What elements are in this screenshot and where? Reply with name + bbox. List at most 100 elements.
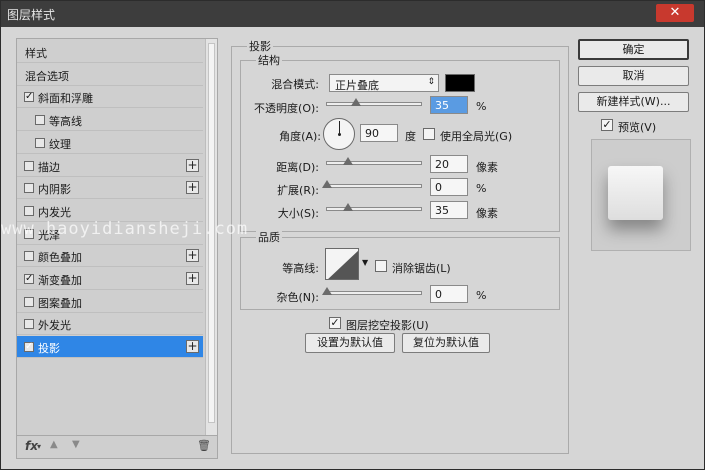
add-effect-icon[interactable]: +	[186, 158, 199, 172]
title-bar[interactable]: 图层样式 ✕	[1, 1, 704, 27]
distance-label: 距离(D):	[276, 161, 319, 174]
style-list-item[interactable]: 内阴影 +	[17, 177, 203, 200]
style-list-item[interactable]: ✓ 渐变叠加 +	[17, 268, 203, 290]
dialog-title: 图层样式	[7, 8, 56, 22]
style-list-item[interactable]: 颜色叠加 +	[17, 245, 203, 268]
style-list-footer: fx ▾ ▲ ▼ 🗑	[17, 435, 217, 458]
style-item-checkbox[interactable]: ✓	[24, 274, 34, 284]
add-effect-icon[interactable]: +	[186, 340, 199, 354]
preview-checkbox[interactable]: ✓	[601, 119, 613, 131]
style-list-item[interactable]: 混合选项	[17, 64, 203, 86]
blend-mode-select[interactable]: 正片叠底 ⇕	[329, 74, 439, 92]
antialias-label: 消除锯齿(L)	[392, 262, 451, 275]
watermark: www.haoyidiansheji.com	[1, 219, 249, 239]
style-item-checkbox[interactable]	[24, 160, 34, 171]
structure-title: 结构	[256, 52, 282, 68]
distance-slider[interactable]	[326, 157, 422, 165]
style-list-item[interactable]: 外发光	[17, 313, 203, 336]
size-slider-thumb[interactable]	[343, 203, 353, 211]
spread-unit: %	[476, 182, 487, 195]
noise-input[interactable]: 0	[430, 285, 468, 303]
style-item-label: 斜面和浮雕	[38, 92, 93, 106]
style-list-item[interactable]: ✓ 斜面和浮雕	[17, 86, 203, 109]
style-list-item[interactable]: ✓ 投影 +	[17, 336, 203, 359]
style-item-label: 渐变叠加	[38, 274, 82, 287]
style-item-label: 内发光	[38, 205, 71, 219]
close-button[interactable]: ✕	[656, 4, 694, 22]
antialias-checkbox[interactable]	[375, 260, 387, 272]
global-light-label: 使用全局光(G)	[440, 130, 513, 143]
angle-dial[interactable]	[323, 118, 355, 150]
style-item-checkbox[interactable]	[24, 183, 34, 194]
preview-swatch	[608, 166, 663, 220]
style-item-checkbox[interactable]	[24, 251, 34, 262]
angle-unit: 度	[405, 130, 416, 143]
style-list-item[interactable]: 样式	[17, 41, 203, 63]
distance-unit: 像素	[476, 161, 498, 174]
contour-dropdown-arrow-icon[interactable]: ▼	[362, 258, 368, 267]
contour-curve-icon	[328, 250, 358, 279]
knockout-label: 图层挖空投影(U)	[346, 319, 429, 332]
style-item-label: 颜色叠加	[38, 251, 82, 265]
distance-slider-thumb[interactable]	[343, 157, 353, 165]
angle-label: 角度(A):	[279, 130, 321, 143]
style-item-label: 纹理	[49, 137, 71, 151]
opacity-label: 不透明度(O):	[254, 102, 319, 115]
new-style-button[interactable]: 新建样式(W)...	[578, 92, 689, 112]
style-item-label: 图案叠加	[38, 296, 82, 310]
spread-slider-thumb[interactable]	[322, 180, 332, 188]
knockout-checkbox[interactable]: ✓	[329, 317, 341, 329]
style-item-checkbox[interactable]: ✓	[24, 342, 34, 353]
global-light-checkbox[interactable]	[423, 128, 435, 140]
opacity-slider-thumb[interactable]	[351, 98, 361, 106]
delete-effect-icon[interactable]: 🗑	[197, 439, 211, 452]
style-item-label: 样式	[25, 47, 47, 60]
style-item-checkbox[interactable]	[35, 115, 45, 126]
style-list-item[interactable]: 等高线	[17, 109, 203, 132]
noise-unit: %	[476, 289, 487, 302]
make-default-button[interactable]: 设置为默认值	[305, 333, 395, 353]
spread-input[interactable]: 0	[430, 178, 468, 196]
size-label: 大小(S):	[277, 207, 319, 220]
angle-input[interactable]: 90	[360, 124, 398, 142]
style-item-checkbox[interactable]	[24, 205, 34, 216]
blend-mode-value: 正片叠底	[335, 79, 379, 92]
opacity-slider[interactable]	[326, 98, 422, 106]
style-item-checkbox[interactable]	[35, 137, 45, 148]
reset-default-button[interactable]: 复位为默认值	[402, 333, 490, 353]
style-list-panel: 样式 混合选项 ✓ 斜面和浮雕 等高线 纹理 描边 + 内阴影 + 内发光 光泽 颜色叠加 + ✓ 渐变叠加 +…	[16, 38, 218, 459]
contour-picker[interactable]	[325, 248, 359, 280]
contour-label: 等高线:	[282, 262, 319, 275]
add-effect-icon[interactable]: +	[186, 249, 199, 263]
style-item-checkbox[interactable]: ✓	[24, 92, 34, 103]
spread-label: 扩展(R):	[277, 184, 319, 197]
size-slider[interactable]	[326, 203, 422, 211]
move-down-icon[interactable]: ▼	[72, 439, 80, 450]
style-item-label: 混合选项	[25, 69, 69, 83]
style-list-item[interactable]: 纹理	[17, 132, 203, 154]
cancel-button[interactable]: 取消	[578, 66, 689, 86]
add-effect-icon[interactable]: +	[186, 272, 199, 285]
style-item-checkbox[interactable]	[24, 296, 34, 307]
layer-style-dialog: 图层样式 ✕ 样式 混合选项 ✓ 斜面和浮雕 等高线 纹理 描边 + 内阴影 + 内发光 光泽 颜色叠加…	[0, 0, 705, 470]
ok-button[interactable]: 确定	[578, 39, 689, 60]
drop-shadow-group: 投影 结构 混合模式: 正片叠底 ⇕ 不透明度(O): 35 % 角度(A): …	[231, 38, 569, 454]
blend-mode-label: 混合模式:	[271, 78, 319, 91]
move-up-icon[interactable]: ▲	[50, 439, 58, 450]
style-item-label: 内阴影	[38, 183, 71, 197]
add-effect-icon[interactable]: +	[186, 181, 199, 195]
style-item-checkbox[interactable]	[24, 319, 34, 330]
style-item-label: 等高线	[49, 115, 82, 129]
noise-slider[interactable]	[322, 287, 422, 295]
fx-menu-arrow-icon[interactable]: ▾	[37, 442, 41, 451]
opacity-unit: %	[476, 100, 487, 113]
size-input[interactable]: 35	[430, 201, 468, 219]
style-list-item[interactable]: 图案叠加	[17, 291, 203, 313]
spread-slider[interactable]	[322, 180, 422, 188]
style-item-label: 投影	[38, 342, 60, 356]
noise-slider-thumb[interactable]	[322, 287, 332, 295]
distance-input[interactable]: 20	[430, 155, 468, 173]
blend-color-swatch[interactable]	[445, 74, 475, 92]
style-list-item[interactable]: 描边 +	[17, 155, 203, 177]
opacity-input[interactable]: 35	[430, 96, 468, 114]
